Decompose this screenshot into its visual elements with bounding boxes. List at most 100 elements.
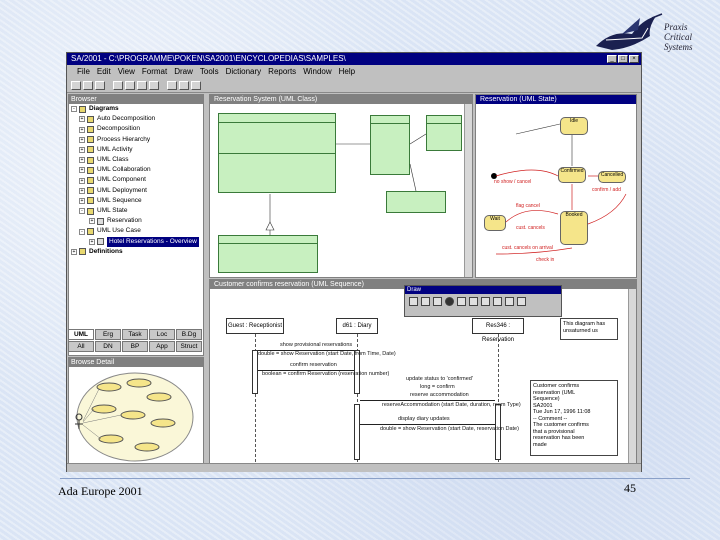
main-toolbar (67, 79, 641, 93)
state-diagram-window[interactable]: Reservation (UML State) Idle Confirmed C… (475, 94, 637, 278)
tree-item[interactable]: + Definitions (69, 247, 203, 257)
expand-icon[interactable]: + (89, 238, 95, 245)
expand-icon[interactable]: + (79, 116, 85, 123)
message-label: update status to 'confirmed' (406, 376, 473, 382)
expand-icon[interactable]: + (79, 167, 85, 174)
expand-icon[interactable]: + (71, 248, 77, 255)
menu-reports[interactable]: Reports (268, 65, 296, 79)
tree-item[interactable]: - Diagrams (69, 104, 203, 114)
menu-window[interactable]: Window (303, 65, 331, 79)
expand-icon[interactable]: + (79, 197, 85, 204)
tab-erg[interactable]: Erg (95, 329, 121, 340)
collapse-icon[interactable]: - (79, 208, 85, 215)
tab-dn[interactable]: DN (95, 341, 121, 352)
tab-app[interactable]: App (149, 341, 175, 352)
comment-note[interactable]: Customer confirms reservation (UML Seque… (530, 380, 618, 456)
tree-item[interactable]: + UML Component (69, 175, 203, 185)
open-button[interactable] (83, 81, 93, 90)
tree-item[interactable]: + Process Hierarchy (69, 135, 203, 145)
folder-icon (79, 248, 86, 256)
message-label: long = confirm (420, 384, 455, 390)
close-button[interactable]: × (629, 55, 639, 63)
undo-button[interactable] (167, 81, 177, 90)
tree-item[interactable]: + UML Class (69, 155, 203, 165)
menu-dictionary[interactable]: Dictionary (226, 65, 262, 79)
circle-tool-icon[interactable] (445, 297, 454, 306)
object-tool-icon[interactable] (421, 297, 430, 306)
message-label: reserveAccommodation (start Date, durati… (382, 402, 521, 408)
collapse-icon[interactable]: - (71, 106, 77, 113)
folder-icon (87, 126, 94, 133)
menu-bar: File Edit View Format Draw Tools Diction… (67, 65, 641, 79)
print-button[interactable] (113, 81, 123, 90)
object-reservation[interactable]: Res346 : Reservation (472, 318, 524, 343)
menu-file[interactable]: File (77, 65, 90, 79)
pointer-tool-icon[interactable] (409, 297, 418, 306)
object-receptionist[interactable]: Guest : Receptionist (226, 318, 284, 334)
page-number: 45 (624, 481, 636, 495)
tree-item[interactable]: - UML Use Case (69, 226, 203, 236)
tree-item[interactable]: + Auto Decomposition (69, 114, 203, 124)
expand-icon[interactable]: + (79, 136, 85, 143)
help-button[interactable] (191, 81, 201, 90)
menu-format[interactable]: Format (142, 65, 167, 79)
minimize-button[interactable]: _ (607, 55, 617, 63)
tab-uml[interactable]: UML (68, 329, 94, 340)
message-label: double = show Reservation (start Date, f… (258, 351, 396, 357)
message-label: display diary updates (398, 416, 450, 422)
transition-label: no show / cancel (494, 179, 532, 185)
tab-all[interactable]: All (68, 341, 94, 352)
use-case-thumbnail (75, 372, 194, 462)
tree-item[interactable]: + UML Deployment (69, 186, 203, 196)
line-tool-icon[interactable] (493, 297, 502, 306)
tab-loc[interactable]: Loc (149, 329, 175, 340)
maximize-button[interactable]: □ (618, 55, 628, 63)
cut-button[interactable] (125, 81, 135, 90)
note-tool-icon[interactable] (469, 297, 478, 306)
tab-task[interactable]: Task (122, 329, 148, 340)
zoom-tool-icon[interactable] (517, 297, 526, 306)
tree-item[interactable]: + UML Sequence (69, 196, 203, 206)
tree-item-selected[interactable]: + Hotel Reservations - Overview (69, 236, 203, 247)
expand-icon[interactable]: + (89, 218, 95, 225)
menu-help[interactable]: Help (339, 65, 355, 79)
save-button[interactable] (95, 81, 105, 90)
expand-icon[interactable]: + (79, 177, 85, 184)
copy-button[interactable] (137, 81, 147, 90)
tab-bdg[interactable]: B.Dg (176, 329, 202, 340)
vertical-scrollbar[interactable] (464, 104, 472, 277)
tree-item[interactable]: + UML Activity (69, 145, 203, 155)
message-tool-icon[interactable] (457, 297, 466, 306)
window-titlebar[interactable]: SA/2001 - C:\PROGRAMME\POKEN\SA2001\ENCY… (67, 53, 641, 65)
message-label: show provisional reservations (280, 342, 353, 348)
menu-view[interactable]: View (118, 65, 135, 79)
tab-bp[interactable]: BP (122, 341, 148, 352)
vertical-scrollbar[interactable] (628, 289, 636, 464)
expand-icon[interactable]: + (79, 157, 85, 164)
menu-draw[interactable]: Draw (174, 65, 193, 79)
zoom-button[interactable] (179, 81, 189, 90)
collapse-icon[interactable]: - (79, 228, 85, 235)
diagram-note[interactable]: This diagram has unsaturned us (560, 318, 618, 340)
message-label: double = show Reservation (start Date, r… (380, 426, 519, 432)
expand-icon[interactable]: + (79, 146, 85, 153)
expand-icon[interactable]: + (79, 187, 85, 194)
menu-tools[interactable]: Tools (200, 65, 219, 79)
class-diagram-window[interactable]: Reservation System (UML Class) (209, 94, 473, 278)
logo-line-1: Praxis (664, 22, 688, 32)
tab-struct[interactable]: Struct (176, 341, 202, 352)
new-button[interactable] (71, 81, 81, 90)
menu-edit[interactable]: Edit (97, 65, 111, 79)
text-tool-icon[interactable] (481, 297, 490, 306)
rectangle-tool-icon[interactable] (505, 297, 514, 306)
lifeline-tool-icon[interactable] (433, 297, 442, 306)
logo-line-2: Critical (664, 32, 693, 42)
expand-icon[interactable]: + (79, 126, 85, 133)
tree-item[interactable]: + Reservation (69, 216, 203, 226)
object-diary[interactable]: d61 : Diary (336, 318, 378, 334)
paste-button[interactable] (149, 81, 159, 90)
tree-item[interactable]: - UML State (69, 206, 203, 216)
tree-item[interactable]: + Decomposition (69, 124, 203, 134)
browser-tree: - Diagrams + Auto Decomposition + Decomposi… (69, 104, 203, 257)
tree-item[interactable]: + UML Collaboration (69, 165, 203, 175)
